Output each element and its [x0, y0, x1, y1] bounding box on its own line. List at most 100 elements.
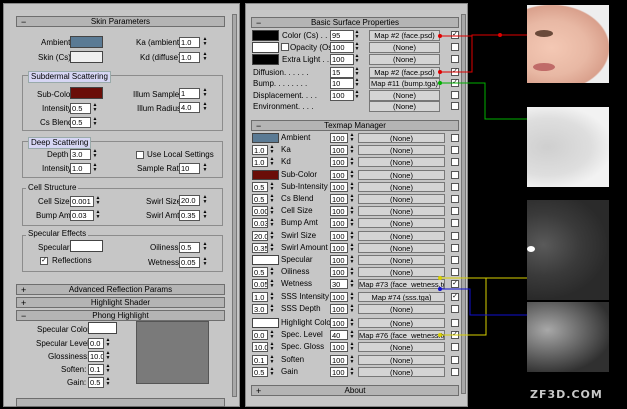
bump-map-button[interactable]: Map #11 (bump.tga): [369, 78, 440, 89]
texmap-value[interactable]: 0.05: [252, 279, 268, 290]
gain-arrows[interactable]: ▲ ▼: [105, 377, 111, 388]
texmap-value[interactable]: 1.0: [252, 145, 268, 156]
texmap-amount[interactable]: 100: [330, 318, 348, 328]
kd-spinner[interactable]: 1.0: [179, 52, 200, 63]
local-settings-checkbox[interactable]: [136, 151, 144, 159]
texmap-map-button[interactable]: (None): [358, 133, 445, 143]
texmap-amount-arrows[interactable]: ▲ ▼: [349, 330, 355, 340]
opacity-map-checkbox[interactable]: [451, 43, 459, 51]
texmap-map-button[interactable]: (None): [358, 354, 445, 365]
illum-samples-spinner[interactable]: 1: [179, 88, 200, 99]
texmap-map-checkbox[interactable]: [451, 134, 459, 142]
diffusion-amount[interactable]: 15: [330, 67, 354, 78]
swirl-size-spinner[interactable]: 20.0: [179, 195, 200, 206]
texmap-value-arrows[interactable]: ▲ ▼: [269, 303, 275, 314]
deep-intensity-arrows[interactable]: ▲ ▼: [92, 163, 98, 174]
texmap-map-checkbox[interactable]: [451, 243, 459, 252]
illum-radius-spinner[interactable]: 4.0: [179, 102, 200, 113]
texmap-map-button[interactable]: (None): [358, 194, 445, 204]
texmap-map-checkbox[interactable]: [451, 355, 459, 364]
texmap-amount[interactable]: 100: [330, 230, 348, 241]
displacement-map-button[interactable]: (None): [369, 90, 440, 101]
texmap-amount-arrows[interactable]: ▲ ▼: [349, 181, 355, 192]
texmap-map-checkbox[interactable]: ✓: [451, 292, 459, 301]
color-map-checkbox[interactable]: ✓: [451, 31, 459, 39]
texmap-map-button[interactable]: (None): [358, 218, 445, 229]
texmap-map-checkbox[interactable]: [451, 207, 459, 216]
depth-spinner[interactable]: 3.0: [70, 149, 91, 160]
texmap-value[interactable]: 1.0: [252, 157, 268, 168]
texmap-map-checkbox[interactable]: [451, 195, 459, 203]
texmap-map-button[interactable]: (None): [358, 366, 445, 377]
texmap-amount[interactable]: 100: [330, 194, 348, 204]
about-rollout[interactable]: + About: [251, 385, 459, 396]
skin-rollout-header[interactable]: − Skin Parameters: [16, 16, 225, 27]
opacity-amount-arrows[interactable]: ▲ ▼: [354, 42, 360, 53]
texmap-amount[interactable]: 100: [330, 267, 348, 278]
texmap-value-arrows[interactable]: ▲ ▼: [269, 181, 275, 192]
sample-rate-arrows[interactable]: ▲ ▼: [202, 163, 208, 174]
material-scrollbar[interactable]: [461, 14, 466, 394]
texmap-value-arrows[interactable]: ▲ ▼: [269, 291, 275, 302]
texmap-map-button[interactable]: (None): [358, 157, 445, 168]
diffusion-map-button[interactable]: Map #2 (face.psd): [369, 67, 440, 78]
texmap-map-button[interactable]: (None): [358, 303, 445, 314]
environment-map-button[interactable]: (None): [369, 101, 440, 112]
texmap-manager-rollout[interactable]: − Texmap Manager: [251, 120, 459, 131]
texmap-map-button[interactable]: (None): [358, 318, 445, 328]
ka-spinner[interactable]: 1.0: [179, 37, 200, 48]
texmap-amount-arrows[interactable]: ▲ ▼: [349, 133, 355, 143]
texmap-value-arrows[interactable]: ▲ ▼: [269, 342, 275, 352]
displacement-arrows[interactable]: ▲ ▼: [354, 90, 360, 101]
displacement-map-checkbox[interactable]: [451, 91, 459, 99]
texmap-amount[interactable]: 100: [330, 255, 348, 265]
texmap-map-checkbox[interactable]: [451, 319, 459, 327]
texmap-value[interactable]: 0.001: [252, 206, 268, 217]
depth-arrows[interactable]: ▲ ▼: [92, 149, 98, 160]
texmap-map-button[interactable]: (None): [358, 145, 445, 156]
next-rollout-partial[interactable]: [16, 398, 225, 407]
illum-radius-arrows[interactable]: ▲ ▼: [202, 102, 208, 113]
oiliness-spinner[interactable]: 0.5: [179, 242, 200, 253]
ambient-swatch[interactable]: [70, 36, 103, 48]
texmap-amount[interactable]: 100: [330, 242, 348, 253]
texmap-value-arrows[interactable]: ▲ ▼: [269, 366, 275, 377]
texmap-map-button[interactable]: (None): [358, 230, 445, 241]
texmap-amount-arrows[interactable]: ▲ ▼: [349, 218, 355, 228]
texmap-amount-arrows[interactable]: ▲ ▼: [349, 366, 355, 377]
cell-size-spinner[interactable]: 0.001: [70, 196, 94, 207]
kd-arrows[interactable]: ▲ ▼: [202, 52, 208, 63]
color-map-button[interactable]: Map #2 (face.psd): [369, 30, 440, 41]
phong-rollout-header[interactable]: − Phong Highlight: [16, 310, 225, 321]
texmap-value-arrows[interactable]: ▲ ▼: [269, 354, 275, 365]
texmap-map-button[interactable]: Map #76 (face_wetness.tga): [358, 330, 445, 341]
texmap-value-arrows[interactable]: ▲ ▼: [269, 206, 275, 216]
color-amount-arrows[interactable]: ▲ ▼: [354, 30, 360, 41]
texmap-map-button[interactable]: (None): [358, 181, 445, 192]
illum-samples-arrows[interactable]: ▲ ▼: [202, 88, 208, 99]
texmap-amount-arrows[interactable]: ▲ ▼: [349, 255, 355, 265]
texmap-amount-arrows[interactable]: ▲ ▼: [349, 354, 355, 365]
texmap-value[interactable]: 20.0: [252, 230, 268, 241]
texmap-amount-arrows[interactable]: ▲ ▼: [349, 230, 355, 241]
texmap-value[interactable]: 0.5: [252, 366, 268, 377]
wetness-texture-thumbnail[interactable]: [527, 200, 609, 300]
texmap-value-arrows[interactable]: ▲ ▼: [269, 218, 275, 228]
texmap-value[interactable]: 0.5: [252, 267, 268, 278]
texmap-value-arrows[interactable]: ▲ ▼: [269, 157, 275, 167]
texmap-value-arrows[interactable]: ▲ ▼: [269, 194, 275, 204]
glossiness-spinner[interactable]: 10.0: [88, 351, 104, 362]
swirl-amt-spinner[interactable]: 0.35: [179, 210, 200, 221]
glossiness-arrows[interactable]: ▲ ▼: [105, 351, 111, 362]
bump-map-checkbox[interactable]: ✓: [451, 79, 459, 87]
texmap-amount[interactable]: 100: [330, 291, 348, 302]
reflections-checkbox[interactable]: ✓: [40, 257, 48, 265]
texmap-amount[interactable]: 100: [330, 133, 348, 143]
texmap-map-checkbox[interactable]: [451, 182, 459, 191]
bump-texture-thumbnail[interactable]: [527, 107, 609, 187]
bump-arrows[interactable]: ▲ ▼: [354, 78, 360, 89]
extra-light-map-checkbox[interactable]: [451, 55, 459, 63]
opacity-amount[interactable]: 100: [330, 42, 354, 53]
ka-arrows[interactable]: ▲ ▼: [202, 37, 208, 48]
texmap-value[interactable]: 0.03: [252, 218, 268, 229]
